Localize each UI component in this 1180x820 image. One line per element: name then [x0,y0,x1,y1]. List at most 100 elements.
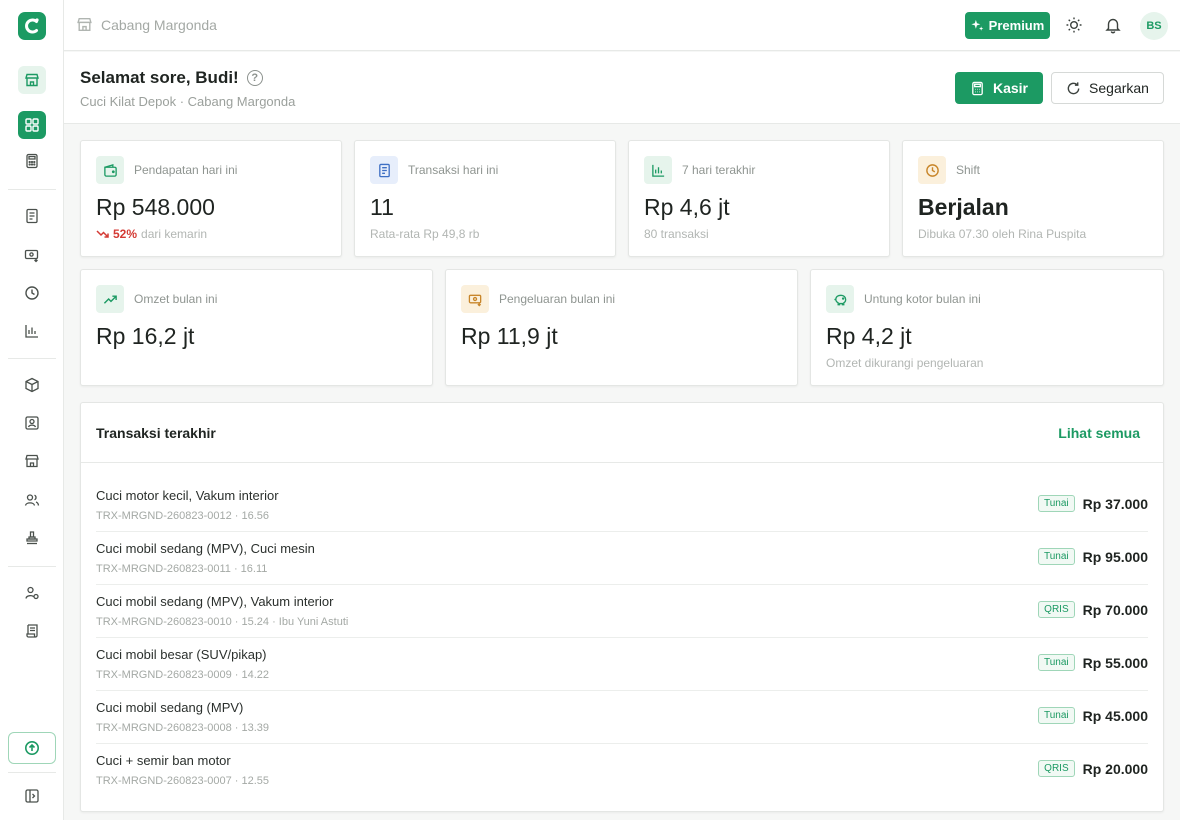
bar-chart-icon [644,156,672,184]
help-icon[interactable]: ? [246,70,263,86]
collapse-sidebar-icon[interactable] [18,782,46,810]
sidebar-item-employees[interactable] [18,486,46,514]
panel-header: Transaksi terakhir Lihat semua [81,403,1163,463]
transaction-amount: Rp 95.000 [1082,548,1148,565]
clock-icon [918,156,946,184]
theme-toggle-sun-icon[interactable] [1063,14,1085,36]
stat-label: 7 hari terakhir [682,163,756,177]
stat-label: Transaksi hari ini [408,163,499,177]
sidebar-item-calculator[interactable] [18,147,46,175]
stat-card-last-7-days: 7 hari terakhir Rp 4,6 jt 80 transaksi [628,140,890,257]
payment-method-badge: Tunai [1037,654,1075,671]
transaction-summary: Tunai Rp 45.000 [1037,707,1148,724]
transaction-name: Cuci + semir ban motor [96,753,231,768]
sidebar-divider [8,772,56,773]
transaction-amount: Rp 45.000 [1082,707,1148,724]
payment-method-badge: Tunai [1037,495,1075,512]
transaction-meta: TRX-MRGND-260823-0011 · 16.11 [96,563,268,575]
transaction-meta: TRX-MRGND-260823-0007 · 12.55 [96,775,270,787]
transaction-amount: Rp 70.000 [1082,601,1148,618]
branch-selector[interactable]: Cabang Margonda [76,16,217,33]
app-logo-icon[interactable] [18,12,46,40]
sidebar-item-dashboard[interactable] [18,111,46,139]
stat-value: Rp 16,2 jt [96,323,195,349]
sidebar-divider [8,189,56,190]
stat-value: 11 [370,194,394,220]
stat-card-monthly-expenses: Pengeluaran bulan ini Rp 11,9 jt [445,269,798,386]
transaction-summary: Tunai Rp 55.000 [1037,654,1148,671]
payment-method-badge: QRIS [1038,760,1075,777]
page-header: Selamat sore, Budi! ? Cuci Kilat Depok ·… [64,52,1180,124]
refresh-button[interactable]: Segarkan [1051,72,1164,104]
transaction-summary: QRIS Rp 20.000 [1038,760,1148,777]
table-row[interactable]: Cuci mobil sedang (MPV), Cuci mesin TRX-… [96,532,1148,585]
sidebar-item-shifts[interactable] [18,279,46,307]
transaction-summary: Tunai Rp 37.000 [1037,495,1148,512]
stat-sub: Rata-rata Rp 49,8 rb [370,227,480,241]
stat-label: Untung kotor bulan ini [864,292,981,306]
transaction-amount: Rp 55.000 [1082,654,1148,671]
transaction-meta: TRX-MRGND-260823-0012 · 16.56 [96,510,270,522]
top-bar: Cabang Margonda Premium BS [64,0,1180,51]
sidebar [0,0,64,820]
stat-card-monthly-revenue: Omzet bulan ini Rp 16,2 jt [80,269,433,386]
recent-transactions-panel: Transaksi terakhir Lihat semua Cuci moto… [80,402,1164,812]
piggy-bank-icon [826,285,854,313]
sidebar-item-user-settings[interactable] [18,579,46,607]
transaction-name: Cuci mobil sedang (MPV) [96,700,244,715]
stat-label: Omzet bulan ini [134,292,218,306]
greeting-text: Selamat sore, Budi! [80,68,239,87]
transaction-meta: TRX-MRGND-260823-0009 · 14.22 [96,669,270,681]
sidebar-item-payments[interactable] [18,241,46,269]
sidebar-item-transactions[interactable] [18,202,46,230]
sidebar-item-stamp[interactable] [18,524,46,552]
sidebar-item-branches[interactable] [18,447,46,475]
upgrade-button[interactable] [8,732,56,764]
transaction-name: Cuci mobil sedang (MPV), Cuci mesin [96,541,315,556]
stat-card-shift: Shift Berjalan Dibuka 07.30 oleh Rina Pu… [902,140,1164,257]
receipt-icon [370,156,398,184]
wallet-icon [96,156,124,184]
change-indicator: 52% [96,227,137,241]
calculator-icon [970,81,985,96]
premium-button[interactable]: Premium [965,12,1050,39]
trend-down-icon [96,229,110,239]
sidebar-item-reports[interactable] [18,317,46,345]
kasir-button[interactable]: Kasir [955,72,1043,104]
transaction-meta: TRX-MRGND-260823-0008 · 13.39 [96,722,270,734]
transaction-summary: Tunai Rp 95.000 [1037,548,1148,565]
transaction-meta: TRX-MRGND-260823-0010 · 15.24 · Ibu Yuni… [96,616,349,628]
stat-label: Pengeluaran bulan ini [499,292,616,306]
sidebar-item-store[interactable] [18,66,46,94]
store-icon [76,16,93,33]
sparkle-icon [971,19,984,32]
stat-card-transactions-today: Transaksi hari ini 11 Rata-rata Rp 49,8 … [354,140,616,257]
stat-card-monthly-gross-profit: Untung kotor bulan ini Rp 4,2 jt Omzet d… [810,269,1164,386]
payment-method-badge: Tunai [1037,548,1075,565]
transaction-name: Cuci mobil besar (SUV/pikap) [96,647,267,662]
stat-sub: Omzet dikurangi pengeluaran [826,356,984,370]
sidebar-divider [8,358,56,359]
stat-label: Pendapatan hari ini [134,163,238,177]
stat-sub: Dibuka 07.30 oleh Rina Puspita [918,227,1087,241]
sidebar-item-customers[interactable] [18,409,46,437]
transaction-name: Cuci motor kecil, Vakum interior [96,488,279,503]
change-caption: dari kemarin [141,227,208,241]
table-row[interactable]: Cuci motor kecil, Vakum interior TRX-MRG… [96,479,1148,532]
sidebar-item-products[interactable] [18,371,46,399]
table-row[interactable]: Cuci mobil besar (SUV/pikap) TRX-MRGND-2… [96,638,1148,691]
stat-value: Rp 4,2 jt [826,323,912,349]
page-subtitle: Cuci Kilat Depok · Cabang Margonda [80,94,296,109]
see-all-link[interactable]: Lihat semua [1058,425,1140,441]
sidebar-item-logs[interactable] [18,617,46,645]
transaction-summary: QRIS Rp 70.000 [1038,601,1148,618]
table-row[interactable]: Cuci mobil sedang (MPV) TRX-MRGND-260823… [96,691,1148,744]
notification-bell-icon[interactable] [1102,14,1124,36]
stat-value: Rp 4,6 jt [644,194,730,220]
table-row[interactable]: Cuci mobil sedang (MPV), Vakum interior … [96,585,1148,638]
branch-name: Cabang Margonda [101,16,217,33]
avatar[interactable]: BS [1140,12,1168,40]
payment-method-badge: Tunai [1037,707,1075,724]
table-row[interactable]: Cuci + semir ban motor TRX-MRGND-260823-… [96,744,1148,797]
trend-up-icon [96,285,124,313]
